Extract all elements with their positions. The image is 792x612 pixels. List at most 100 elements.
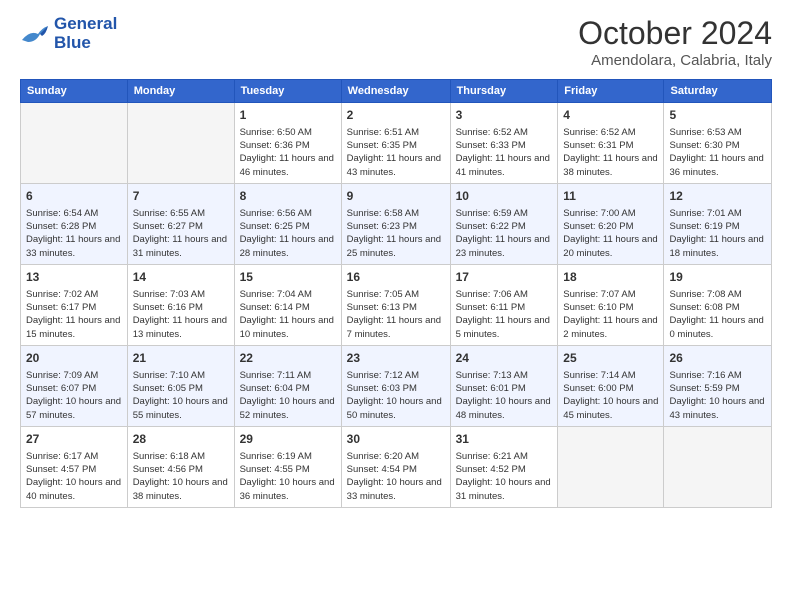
weekday-header: Monday bbox=[127, 80, 234, 103]
day-number: 1 bbox=[240, 107, 336, 124]
day-info: Sunrise: 6:59 AMSunset: 6:22 PMDaylight:… bbox=[456, 207, 553, 260]
day-number: 13 bbox=[26, 269, 122, 286]
weekday-header: Tuesday bbox=[234, 80, 341, 103]
calendar-cell: 16Sunrise: 7:05 AMSunset: 6:13 PMDayligh… bbox=[341, 264, 450, 345]
day-info: Sunrise: 7:01 AMSunset: 6:19 PMDaylight:… bbox=[669, 207, 766, 260]
calendar-cell: 28 Sunrise: 6:18 AMSunset: 4:56 PMDayligh… bbox=[127, 426, 234, 507]
calendar-cell: 15 Sunrise: 7:04 AMSunset: 6:14 PMDayligh… bbox=[234, 264, 341, 345]
day-info: Sunrise: 7:04 AMSunset: 6:14 PMDaylight:… bbox=[240, 288, 336, 341]
calendar-cell: 14 Sunrise: 7:03 AMSunset: 6:16 PMDayligh… bbox=[127, 264, 234, 345]
day-info: Sunrise: 6:52 AMSunset: 6:33 PMDaylight:… bbox=[456, 126, 553, 179]
calendar-cell: 25 Sunrise: 7:14 AMSunset: 6:00 PMDayligh… bbox=[558, 345, 664, 426]
calendar-cell: 20 Sunrise: 7:09 AMSunset: 6:07 PMDayligh… bbox=[21, 345, 128, 426]
day-info: Sunrise: 6:55 AMSunset: 6:27 PMDaylight:… bbox=[133, 207, 229, 260]
day-number: 19 bbox=[669, 269, 766, 286]
day-info: Sunrise: 7:10 AMSunset: 6:05 PMDaylight:… bbox=[133, 369, 229, 422]
day-number: 10 bbox=[456, 188, 553, 205]
day-info: Sunrise: 6:17 AMSunset: 4:57 PMDaylight:… bbox=[26, 450, 122, 503]
day-number: 29 bbox=[240, 431, 336, 448]
day-number: 6 bbox=[26, 188, 122, 205]
day-info: Sunrise: 7:12 AMSunset: 6:03 PMDaylight:… bbox=[347, 369, 445, 422]
day-info: Sunrise: 7:03 AMSunset: 6:16 PMDaylight:… bbox=[133, 288, 229, 341]
day-info: Sunrise: 7:08 AMSunset: 6:08 PMDaylight:… bbox=[669, 288, 766, 341]
day-number: 5 bbox=[669, 107, 766, 124]
day-info: Sunrise: 7:16 AMSunset: 5:59 PMDaylight:… bbox=[669, 369, 766, 422]
calendar-cell: 26 Sunrise: 7:16 AMSunset: 5:59 PMDayligh… bbox=[664, 345, 772, 426]
day-info: Sunrise: 7:13 AMSunset: 6:01 PMDaylight:… bbox=[456, 369, 553, 422]
calendar-cell: 6 Sunrise: 6:54 AMSunset: 6:28 PMDaylight… bbox=[21, 183, 128, 264]
calendar-cell: 1 Sunrise: 6:50 AMSunset: 6:36 PMDaylight… bbox=[234, 103, 341, 184]
day-info: Sunrise: 7:02 AMSunset: 6:17 PMDaylight:… bbox=[26, 288, 122, 341]
day-number: 20 bbox=[26, 350, 122, 367]
day-info: Sunrise: 6:50 AMSunset: 6:36 PMDaylight:… bbox=[240, 126, 336, 179]
month-title: October 2024 bbox=[578, 15, 772, 52]
day-number: 7 bbox=[133, 188, 229, 205]
day-info: Sunrise: 6:54 AMSunset: 6:28 PMDaylight:… bbox=[26, 207, 122, 260]
calendar-cell bbox=[664, 426, 772, 507]
calendar-cell: 13 Sunrise: 7:02 AMSunset: 6:17 PMDayligh… bbox=[21, 264, 128, 345]
day-number: 21 bbox=[133, 350, 229, 367]
header: General Blue October 2024 Amendolara, Ca… bbox=[20, 15, 772, 69]
day-info: Sunrise: 6:19 AMSunset: 4:55 PMDaylight:… bbox=[240, 450, 336, 503]
day-info: Sunrise: 7:09 AMSunset: 6:07 PMDaylight:… bbox=[26, 369, 122, 422]
day-info: Sunrise: 6:53 AMSunset: 6:30 PMDaylight:… bbox=[669, 126, 766, 179]
day-info: Sunrise: 7:06 AMSunset: 6:11 PMDaylight:… bbox=[456, 288, 553, 341]
day-number: 25 bbox=[563, 350, 658, 367]
calendar-cell: 4 Sunrise: 6:52 AMSunset: 6:31 PMDaylight… bbox=[558, 103, 664, 184]
day-number: 23 bbox=[347, 350, 445, 367]
calendar-cell bbox=[127, 103, 234, 184]
day-number: 9 bbox=[347, 188, 445, 205]
calendar-cell: 21 Sunrise: 7:10 AMSunset: 6:05 PMDayligh… bbox=[127, 345, 234, 426]
calendar-cell: 24 Sunrise: 7:13 AMSunset: 6:01 PMDayligh… bbox=[450, 345, 558, 426]
calendar-cell: 18Sunrise: 7:07 AMSunset: 6:10 PMDayligh… bbox=[558, 264, 664, 345]
location: Amendolara, Calabria, Italy bbox=[578, 52, 772, 69]
calendar-cell: 8Sunrise: 6:56 AMSunset: 6:25 PMDaylight… bbox=[234, 183, 341, 264]
day-number: 24 bbox=[456, 350, 553, 367]
day-number: 30 bbox=[347, 431, 445, 448]
calendar-cell: 2 Sunrise: 6:51 AMSunset: 6:35 PMDaylight… bbox=[341, 103, 450, 184]
calendar-cell: 5 Sunrise: 6:53 AMSunset: 6:30 PMDaylight… bbox=[664, 103, 772, 184]
calendar-cell: 10 Sunrise: 6:59 AMSunset: 6:22 PMDayligh… bbox=[450, 183, 558, 264]
calendar-cell: 22Sunrise: 7:11 AMSunset: 6:04 PMDayligh… bbox=[234, 345, 341, 426]
calendar-cell: 17 Sunrise: 7:06 AMSunset: 6:11 PMDayligh… bbox=[450, 264, 558, 345]
day-number: 18 bbox=[563, 269, 658, 286]
weekday-header: Thursday bbox=[450, 80, 558, 103]
day-number: 12 bbox=[669, 188, 766, 205]
day-number: 28 bbox=[133, 431, 229, 448]
logo-text: General Blue bbox=[54, 15, 117, 52]
logo: General Blue bbox=[20, 15, 117, 52]
day-info: Sunrise: 6:56 AMSunset: 6:25 PMDaylight:… bbox=[240, 207, 336, 260]
calendar-cell: 7 Sunrise: 6:55 AMSunset: 6:27 PMDaylight… bbox=[127, 183, 234, 264]
weekday-header: Sunday bbox=[21, 80, 128, 103]
page: General Blue October 2024 Amendolara, Ca… bbox=[0, 0, 792, 612]
day-info: Sunrise: 7:14 AMSunset: 6:00 PMDaylight:… bbox=[563, 369, 658, 422]
day-info: Sunrise: 6:51 AMSunset: 6:35 PMDaylight:… bbox=[347, 126, 445, 179]
calendar-cell: 3 Sunrise: 6:52 AMSunset: 6:33 PMDaylight… bbox=[450, 103, 558, 184]
day-number: 2 bbox=[347, 107, 445, 124]
day-number: 3 bbox=[456, 107, 553, 124]
calendar-cell: 30 Sunrise: 6:20 AMSunset: 4:54 PMDayligh… bbox=[341, 426, 450, 507]
calendar-cell: 11 Sunrise: 7:00 AMSunset: 6:20 PMDayligh… bbox=[558, 183, 664, 264]
calendar-cell: 23 Sunrise: 7:12 AMSunset: 6:03 PMDayligh… bbox=[341, 345, 450, 426]
day-number: 4 bbox=[563, 107, 658, 124]
day-info: Sunrise: 7:00 AMSunset: 6:20 PMDaylight:… bbox=[563, 207, 658, 260]
day-number: 27 bbox=[26, 431, 122, 448]
day-number: 17 bbox=[456, 269, 553, 286]
day-info: Sunrise: 6:20 AMSunset: 4:54 PMDaylight:… bbox=[347, 450, 445, 503]
day-info: Sunrise: 6:58 AMSunset: 6:23 PMDaylight:… bbox=[347, 207, 445, 260]
calendar-cell: 12 Sunrise: 7:01 AMSunset: 6:19 PMDayligh… bbox=[664, 183, 772, 264]
weekday-header: Saturday bbox=[664, 80, 772, 103]
day-number: 14 bbox=[133, 269, 229, 286]
day-number: 26 bbox=[669, 350, 766, 367]
day-number: 11 bbox=[563, 188, 658, 205]
weekday-header: Wednesday bbox=[341, 80, 450, 103]
day-number: 22 bbox=[240, 350, 336, 367]
calendar-cell: 31Sunrise: 6:21 AMSunset: 4:52 PMDayligh… bbox=[450, 426, 558, 507]
calendar-cell bbox=[21, 103, 128, 184]
day-number: 15 bbox=[240, 269, 336, 286]
day-info: Sunrise: 6:18 AMSunset: 4:56 PMDaylight:… bbox=[133, 450, 229, 503]
calendar-cell: 9 Sunrise: 6:58 AMSunset: 6:23 PMDaylight… bbox=[341, 183, 450, 264]
calendar-table: SundayMondayTuesdayWednesdayThursdayFrid… bbox=[20, 79, 772, 508]
day-info: Sunrise: 6:21 AMSunset: 4:52 PMDaylight:… bbox=[456, 450, 553, 503]
day-info: Sunrise: 6:52 AMSunset: 6:31 PMDaylight:… bbox=[563, 126, 658, 179]
